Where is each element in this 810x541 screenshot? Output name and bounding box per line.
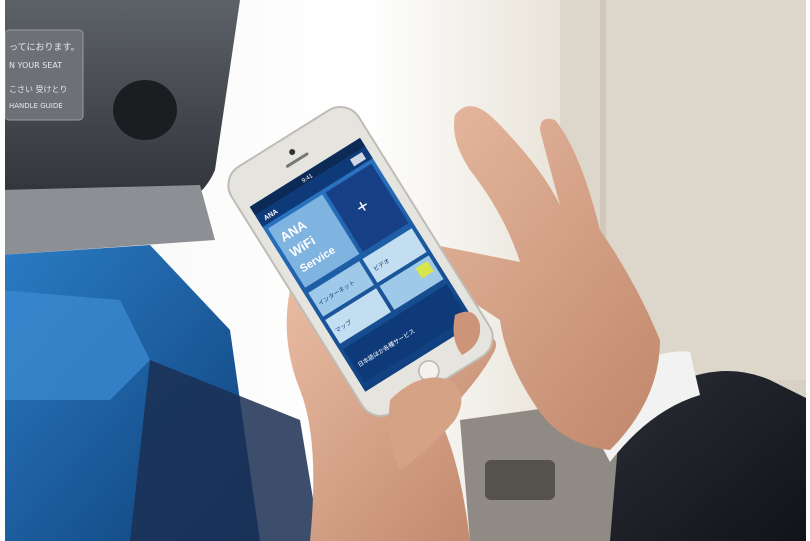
placard-line2: N YOUR SEAT — [9, 61, 62, 70]
placard-line3: こさい 受けとり — [9, 84, 68, 94]
armrest-latch — [485, 460, 555, 500]
placard-line1: ってにおります。 — [9, 42, 80, 53]
airplane-phone-photo: ってにおります。 N YOUR SEAT こさい 受けとり HANDLE GUI… — [0, 0, 810, 541]
placard-line4: HANDLE GUIDE — [9, 102, 63, 110]
seat-vent — [113, 80, 177, 140]
image-border-left — [0, 0, 5, 541]
image-border — [806, 0, 810, 541]
